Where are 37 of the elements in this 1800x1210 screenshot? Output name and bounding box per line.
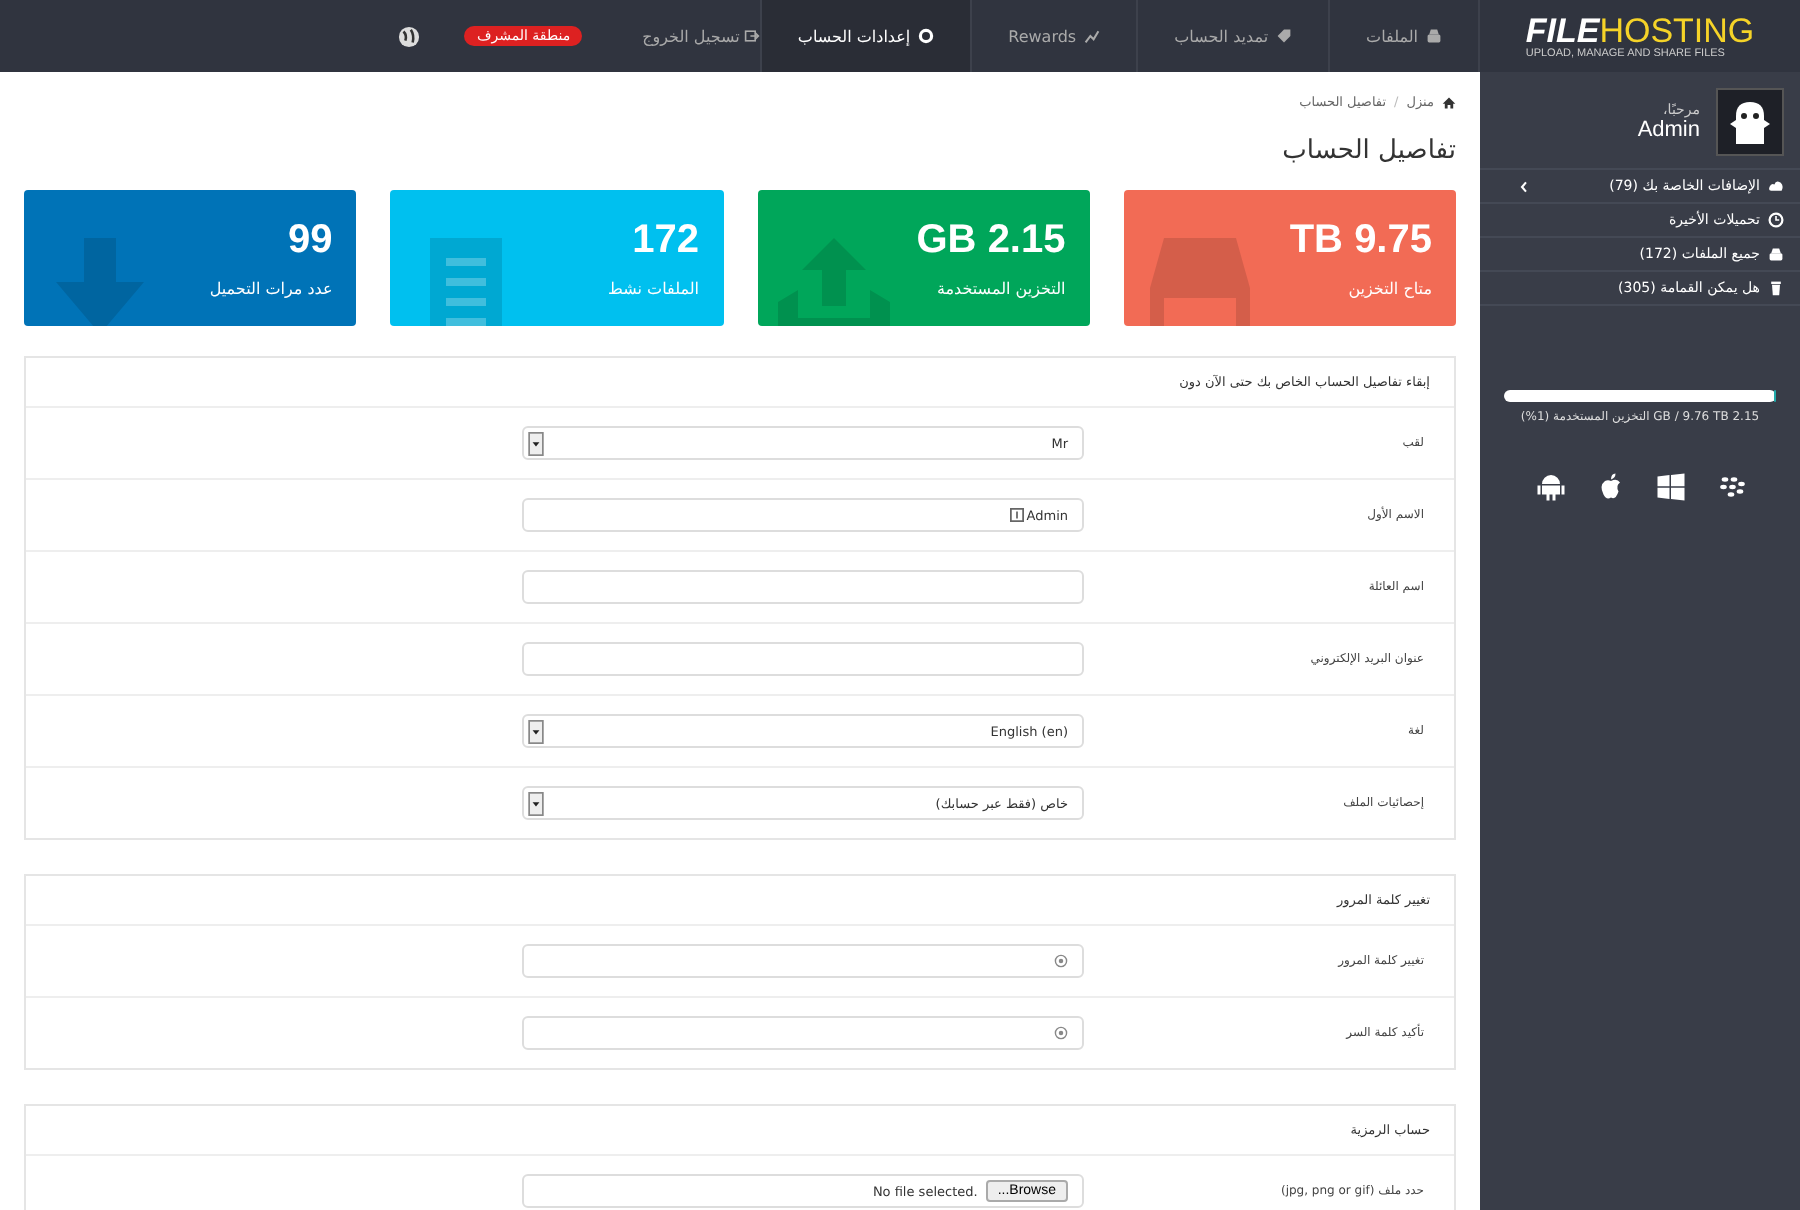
globe-icon[interactable] (398, 25, 421, 47)
caret-icon (528, 431, 544, 455)
username: Admin (1637, 118, 1700, 142)
stat-label: الملفات نشط (606, 280, 699, 298)
password-field[interactable] (522, 944, 1084, 978)
page-title: تفاصيل الحساب (1280, 136, 1456, 166)
stat-value: 99 (286, 218, 333, 264)
input-field[interactable] (522, 570, 1084, 604)
nav-tab[interactable]: إعدادات الحساب (759, 0, 971, 72)
windows-icon[interactable] (1655, 472, 1685, 502)
stat-label: التخزين المستخدمة (934, 280, 1066, 298)
password-field[interactable] (522, 1016, 1084, 1050)
logout-icon (743, 28, 760, 44)
stat-value: 2.15 GB (914, 218, 1066, 264)
trash-icon (1768, 280, 1784, 296)
clock-icon (1768, 212, 1784, 228)
cloud-icon (1768, 178, 1784, 194)
home-icon[interactable] (1442, 95, 1456, 109)
upload-icon (773, 238, 893, 326)
drive-icon (1426, 28, 1442, 44)
gear-icon (918, 28, 935, 44)
input-field[interactable] (522, 642, 1084, 676)
stat-value: 9.75 TB (1287, 218, 1432, 264)
chart-icon (1084, 28, 1101, 44)
chevron-icon (1520, 179, 1528, 193)
blackberry-icon[interactable] (1715, 472, 1745, 502)
stat-value: 172 (630, 218, 699, 264)
tag-icon (1276, 28, 1293, 44)
stat-label: عدد مرات التحميل (207, 280, 333, 298)
stat-label: متاح التخزين (1346, 280, 1432, 298)
eye-icon (1054, 1026, 1068, 1040)
logout-link[interactable]: تسجيل الخروج (642, 27, 760, 45)
android-icon[interactable] (1535, 472, 1565, 502)
caret-icon (528, 719, 544, 743)
caret-icon (528, 791, 544, 815)
drive-icon (1768, 246, 1784, 262)
eye-icon (1054, 954, 1068, 968)
